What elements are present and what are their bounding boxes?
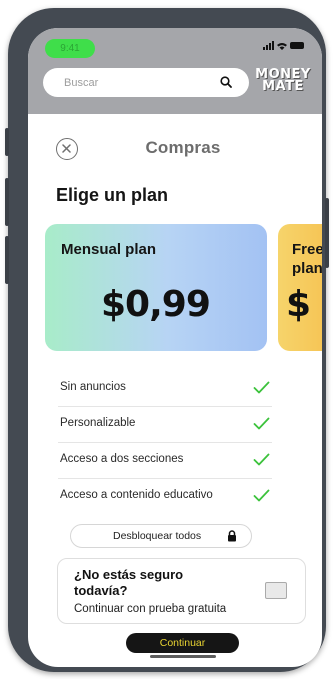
side-button bbox=[5, 236, 9, 284]
feature-label: Acceso a contenido educativo bbox=[60, 489, 213, 501]
check-icon bbox=[253, 381, 270, 394]
feature-label: Personalizable bbox=[60, 417, 136, 429]
feature-label: Acceso a dos secciones bbox=[60, 453, 184, 465]
search-icon[interactable] bbox=[220, 76, 232, 88]
feature-item: Acceso a contenido educativo bbox=[58, 479, 272, 515]
plan-name: Mensual plan bbox=[61, 241, 157, 258]
search-bar bbox=[43, 68, 249, 97]
signal-icon bbox=[263, 41, 274, 50]
plan-card-monthly[interactable]: Mensual plan $0,99 bbox=[45, 224, 267, 351]
screen: 9:41 MONEY MATE bbox=[28, 28, 322, 667]
status-time: 9:41 bbox=[45, 39, 95, 58]
plan-name: Free plan bbox=[292, 241, 322, 277]
logo-line2: MATE bbox=[262, 79, 304, 94]
feature-item: Sin anuncios bbox=[58, 371, 272, 407]
trial-subtitle: Continuar con prueba gratuita bbox=[74, 603, 227, 615]
close-icon bbox=[62, 144, 71, 153]
close-button[interactable] bbox=[56, 138, 78, 160]
app-header: 9:41 MONEY MATE bbox=[28, 28, 322, 114]
page-title: Compras bbox=[145, 138, 221, 157]
side-button bbox=[5, 178, 9, 226]
phone-frame: 9:41 MONEY MATE bbox=[5, 8, 329, 672]
battery-icon bbox=[290, 42, 304, 49]
unlock-all-label: Desbloquear todos bbox=[113, 530, 202, 542]
plan-price: $0,99 bbox=[101, 284, 211, 325]
lock-icon bbox=[228, 530, 236, 542]
wifi-icon bbox=[277, 42, 287, 50]
trial-checkbox[interactable] bbox=[265, 582, 287, 599]
feature-item: Acceso a dos secciones bbox=[58, 443, 272, 479]
home-indicator bbox=[150, 655, 216, 658]
trial-question: ¿No estás seguro todavía? bbox=[74, 567, 184, 598]
search-input[interactable] bbox=[64, 75, 204, 90]
check-icon bbox=[253, 417, 270, 430]
plan-price: $ bbox=[286, 284, 312, 325]
side-button bbox=[325, 198, 329, 268]
side-button bbox=[5, 128, 9, 156]
free-trial-box: ¿No estás seguro todavía? Continuar con … bbox=[57, 558, 306, 624]
status-icons bbox=[263, 41, 304, 50]
section-title: Elige un plan bbox=[56, 185, 169, 205]
continue-button[interactable]: Continuar bbox=[126, 633, 239, 653]
check-icon bbox=[253, 489, 270, 502]
feature-item: Personalizable bbox=[58, 407, 272, 443]
check-icon bbox=[253, 453, 270, 466]
app-logo: MONEY MATE bbox=[253, 68, 313, 97]
plan-card-free[interactable]: Free plan $ bbox=[278, 224, 322, 351]
feature-label: Sin anuncios bbox=[60, 381, 126, 393]
feature-list: Sin anuncios Personalizable Acceso a dos… bbox=[58, 371, 272, 515]
unlock-all-button[interactable]: Desbloquear todos bbox=[70, 524, 252, 548]
